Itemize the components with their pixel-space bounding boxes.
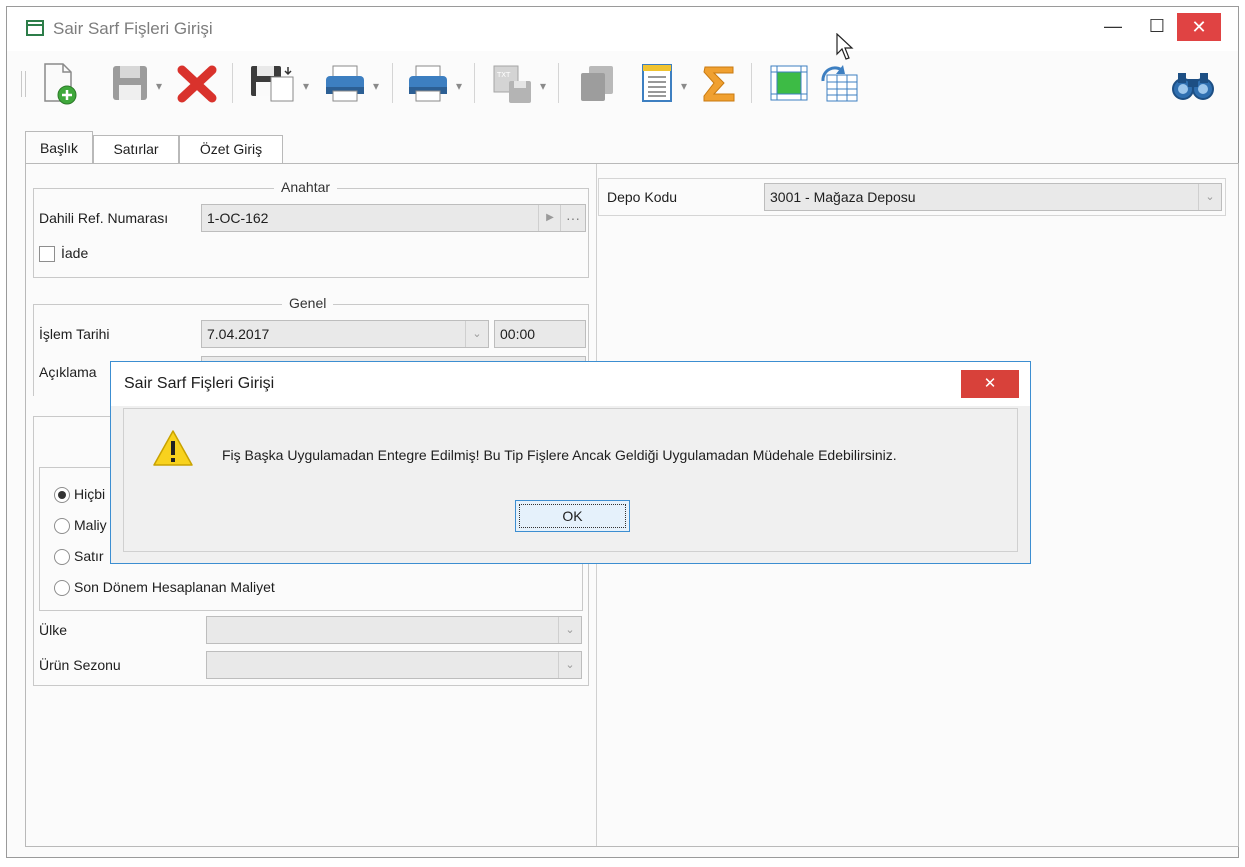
report-icon[interactable]	[637, 61, 677, 107]
anahtar-group-title: Anahtar	[274, 179, 338, 195]
genel-group-title: Genel	[282, 295, 334, 311]
cost-option-label: Hiçbi	[74, 486, 106, 502]
refresh-table-icon[interactable]	[817, 61, 863, 107]
report-dropdown-arrow[interactable]: ▾	[681, 79, 687, 93]
iade-label: İade	[61, 245, 89, 261]
cost-option-radio[interactable]	[54, 549, 70, 565]
ref-number-value: 1-OC-162	[207, 210, 269, 226]
copy-icon[interactable]	[575, 61, 619, 107]
minimize-button[interactable]: —	[1091, 11, 1135, 41]
table-icon[interactable]	[767, 61, 811, 107]
tab-satirlar[interactable]: Satırlar	[93, 135, 179, 163]
txt-export-icon[interactable]: TXT	[489, 61, 535, 107]
save-icon[interactable]	[109, 61, 151, 107]
tab-baslik[interactable]: Başlık	[25, 131, 93, 164]
iade-checkbox[interactable]	[39, 246, 55, 262]
date-value: 7.04.2017	[207, 326, 270, 342]
save-as-dropdown-arrow[interactable]: ▾	[303, 79, 309, 93]
message-dialog: Sair Sarf Fişleri Girişi ✕ Fiş Başka Uyg…	[110, 361, 1031, 564]
svg-text:TXT: TXT	[496, 71, 511, 79]
dialog-close-button[interactable]: ✕	[961, 370, 1019, 398]
islem-tarihi-label: İşlem Tarihi	[39, 326, 110, 342]
urun-sezonu-dropdown-arrow[interactable]: ⌄	[558, 652, 581, 678]
save-as-icon[interactable]	[247, 61, 299, 107]
ulke-label: Ülke	[39, 622, 68, 638]
delete-icon[interactable]	[175, 61, 219, 107]
maximize-button[interactable]: ☐	[1135, 11, 1179, 41]
warning-icon	[153, 430, 193, 466]
save-dropdown-arrow[interactable]: ▾	[156, 79, 162, 93]
ref-next-button[interactable]: ▶	[538, 205, 561, 231]
depo-kodu-label: Depo Kodu	[607, 189, 678, 205]
tab-ozet-giris[interactable]: Özet Giriş	[179, 135, 283, 163]
depo-group: Depo Kodu 3001 - Mağaza Deposu ⌄	[598, 178, 1226, 216]
anahtar-group: Anahtar Dahili Ref. Numarası 1-OC-162 ▶ …	[33, 179, 589, 278]
cost-option-label: Maliy	[74, 517, 107, 533]
app-icon	[26, 20, 44, 36]
depo-kodu-value: 3001 - Mağaza Deposu	[770, 189, 916, 205]
ulke-dropdown-arrow[interactable]: ⌄	[558, 617, 581, 643]
title-bar: Sair Sarf Fişleri Girişi — ☐ ✕	[7, 7, 1238, 60]
print-dropdown-arrow[interactable]: ▾	[373, 79, 379, 93]
ref-number-field[interactable]: 1-OC-162 ▶ ···	[201, 204, 586, 232]
time-field[interactable]: 00:00	[494, 320, 586, 348]
window-close-button[interactable]: ✕	[1177, 13, 1221, 41]
toolbar: ▾ ▾ ▾ ▾ TXT ▾ ▾	[7, 51, 1238, 113]
aciklama-label: Açıklama	[39, 364, 97, 380]
date-field[interactable]: 7.04.2017 ⌄	[201, 320, 489, 348]
txt-export-dropdown-arrow[interactable]: ▾	[540, 79, 546, 93]
ref-number-label: Dahili Ref. Numarası	[39, 210, 169, 226]
urun-sezonu-label: Ürün Sezonu	[39, 657, 121, 673]
ref-browse-button[interactable]: ···	[560, 205, 585, 231]
cost-option-radio[interactable]	[54, 580, 70, 596]
toolbar-separator	[232, 63, 233, 103]
date-dropdown-arrow[interactable]: ⌄	[465, 321, 488, 347]
depo-kodu-dropdown[interactable]: 3001 - Mağaza Deposu ⌄	[764, 183, 1222, 211]
dialog-body: Fiş Başka Uygulamadan Entegre Edilmiş! B…	[123, 408, 1018, 552]
urun-sezonu-dropdown[interactable]: ⌄	[206, 651, 582, 679]
new-document-icon[interactable]	[39, 61, 79, 107]
toolbar-separator	[392, 63, 393, 103]
cost-option-label: Satır	[74, 548, 104, 564]
sum-icon[interactable]	[697, 61, 741, 107]
toolbar-separator	[474, 63, 475, 103]
toolbar-separator	[751, 63, 752, 103]
toolbar-separator	[558, 63, 559, 103]
cost-option-label: Son Dönem Hesaplanan Maliyet	[74, 579, 275, 595]
ok-button[interactable]: OK	[515, 500, 630, 532]
toolbar-grip[interactable]	[21, 71, 26, 97]
print-icon[interactable]	[322, 61, 368, 107]
print-preview-dropdown-arrow[interactable]: ▾	[456, 79, 462, 93]
depo-kodu-dropdown-arrow[interactable]: ⌄	[1198, 184, 1221, 210]
ulke-dropdown[interactable]: ⌄	[206, 616, 582, 644]
print-preview-icon[interactable]	[405, 61, 451, 107]
find-icon[interactable]	[1169, 61, 1217, 107]
dialog-title-bar: Sair Sarf Fişleri Girişi ✕	[111, 362, 1030, 406]
cost-option-radio[interactable]	[54, 487, 70, 503]
cost-option-radio[interactable]	[54, 518, 70, 534]
time-value: 00:00	[500, 326, 536, 342]
dialog-title: Sair Sarf Fişleri Girişi	[124, 375, 275, 392]
dialog-message: Fiş Başka Uygulamadan Entegre Edilmiş! B…	[222, 447, 897, 463]
window-title: Sair Sarf Fişleri Girişi	[53, 19, 213, 38]
